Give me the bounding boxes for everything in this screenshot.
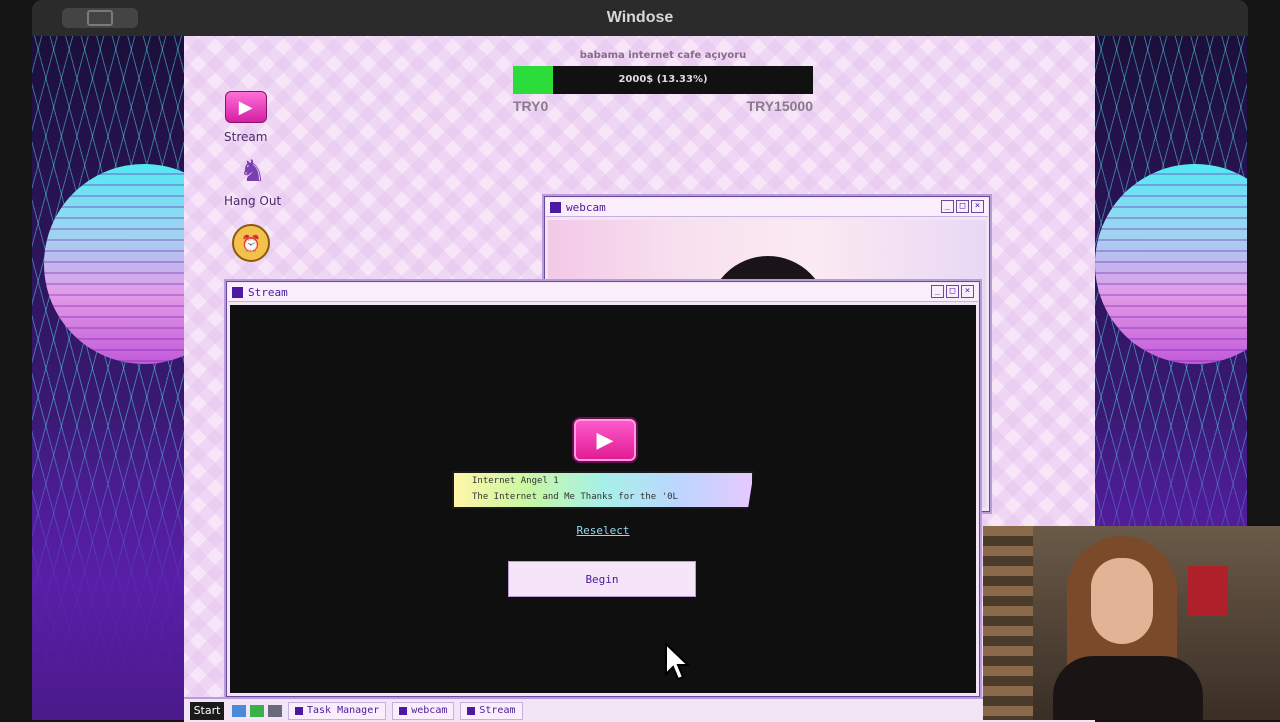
streamer-face	[1091, 558, 1153, 644]
desktop-icon-stream[interactable]: ▶ Stream	[224, 86, 267, 144]
begin-button[interactable]: Begin	[508, 561, 696, 597]
window-title: webcam	[566, 200, 606, 214]
window-icon	[467, 706, 476, 715]
app-titlebar: Windose	[32, 0, 1248, 36]
progress-title: babama internet cafe açıyoru	[579, 50, 747, 61]
progress-min-label: TRY0	[513, 98, 549, 114]
progress-text: 2000$ (13.33%)	[618, 74, 708, 85]
background-art-left	[32, 36, 184, 720]
streamer-camera	[983, 526, 1280, 720]
savings-progress: babama internet cafe açıyoru 2000$ (13.3…	[513, 50, 813, 114]
maximize-button[interactable]: □	[956, 200, 969, 213]
streamer	[1053, 536, 1203, 720]
taskbar-item-label: Stream	[479, 705, 516, 716]
computer-icon[interactable]	[268, 704, 282, 717]
window-icon	[399, 706, 408, 715]
bird-icon[interactable]	[232, 704, 246, 717]
close-button[interactable]: ×	[961, 285, 974, 298]
app-title: Windose	[606, 9, 674, 26]
webcam-titlebar[interactable]: webcam _ □ ×	[546, 198, 988, 217]
window-icon	[232, 286, 243, 298]
desktop-icon-sleep[interactable]: ⏰	[230, 222, 272, 264]
play-icon: ▶	[572, 417, 638, 463]
desktop-icon-label: Hang Out	[224, 194, 282, 208]
hang-out-icon: ♞	[239, 153, 267, 189]
chat-icon[interactable]	[250, 704, 264, 717]
stream-window[interactable]: Stream _ □ × ▶ Internet Angel 1 The Inte…	[224, 279, 982, 699]
play-icon: ▶	[224, 91, 267, 123]
window-icon	[295, 706, 303, 715]
window-title: Stream	[248, 285, 288, 299]
stream-titlebar[interactable]: Stream _ □ ×	[228, 283, 978, 302]
minimize-button[interactable]: _	[941, 200, 954, 213]
topic-subtitle: The Internet and Me Thanks for the '0L	[472, 492, 678, 502]
sun-graphic	[1095, 164, 1247, 364]
sidebar-toggle-button[interactable]	[62, 8, 138, 28]
taskbar-item-task-manager[interactable]: Task Manager	[288, 701, 387, 720]
bookshelf	[983, 526, 1033, 720]
taskbar-item-label: Task Manager	[307, 705, 380, 716]
sidebar-icon	[87, 10, 113, 26]
progress-bar: 2000$ (13.33%)	[513, 66, 813, 94]
desktop-icon-hang-out[interactable]: ♞ Hang Out	[224, 150, 282, 209]
taskbar-item-webcam[interactable]: webcam	[392, 701, 455, 720]
window-icon	[550, 201, 561, 213]
reselect-link[interactable]: Reselect	[577, 524, 630, 537]
streamer-body	[1053, 656, 1203, 720]
desktop-icon-label: Stream	[224, 130, 268, 144]
alarm-clock-icon: ⏰	[232, 224, 270, 262]
close-button[interactable]: ×	[971, 200, 984, 213]
minimize-button[interactable]: _	[931, 285, 944, 298]
sun-graphic	[44, 164, 184, 364]
taskbar-item-label: webcam	[411, 705, 448, 716]
taskbar: Start Task Manager webcam Stream	[184, 697, 1095, 722]
mouse-cursor-icon	[665, 642, 690, 681]
taskbar-item-stream[interactable]: Stream	[460, 701, 523, 720]
stream-content: ▶ Internet Angel 1 The Internet and Me T…	[230, 305, 976, 693]
topic-title: Internet Angel 1	[472, 476, 559, 486]
maximize-button[interactable]: □	[946, 285, 959, 298]
progress-max-label: TRY15000	[746, 98, 813, 114]
stream-topic-card[interactable]: Internet Angel 1 The Internet and Me Tha…	[452, 471, 754, 509]
start-button[interactable]: Start	[190, 701, 224, 720]
